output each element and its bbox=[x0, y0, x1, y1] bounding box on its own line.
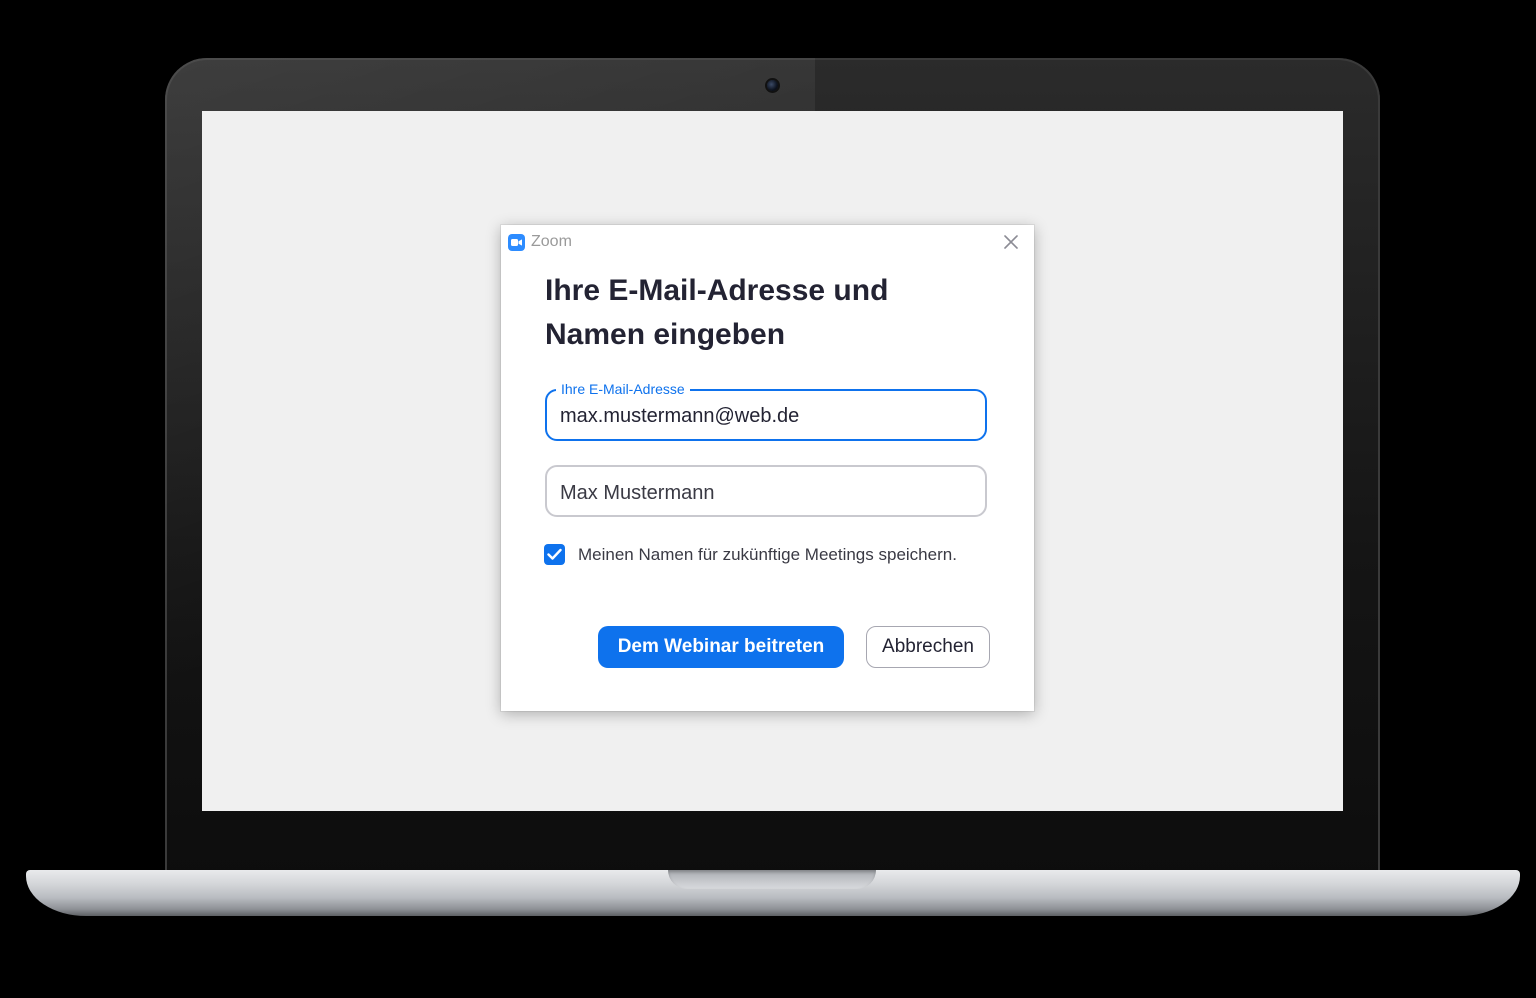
name-input[interactable] bbox=[560, 469, 970, 517]
webcam-icon bbox=[767, 80, 778, 91]
window-title: Zoom bbox=[531, 233, 572, 250]
window-titlebar: Zoom bbox=[501, 225, 1034, 259]
join-webinar-button[interactable]: Dem Webinar beitreten bbox=[598, 626, 844, 668]
laptop-screen: Zoom Ihre E-Mail-Adresse und Namen einge… bbox=[202, 111, 1343, 811]
zoom-video-camera-icon bbox=[508, 234, 525, 251]
laptop-base-notch bbox=[668, 870, 876, 889]
remember-name-label: Meinen Namen für zukünftige Meetings spe… bbox=[578, 545, 957, 564]
remember-name-checkbox[interactable] bbox=[544, 544, 565, 565]
email-field[interactable]: Ihre E-Mail-Adresse bbox=[545, 381, 987, 441]
dialog-heading: Ihre E-Mail-Adresse und Namen eingeben bbox=[545, 274, 889, 351]
laptop-mockup: Zoom Ihre E-Mail-Adresse und Namen einge… bbox=[0, 0, 1536, 998]
checkmark-icon bbox=[547, 548, 562, 560]
zoom-join-dialog: Zoom Ihre E-Mail-Adresse und Namen einge… bbox=[501, 225, 1034, 711]
remember-name-row[interactable]: Meinen Namen für zukünftige Meetings spe… bbox=[544, 543, 984, 567]
name-field[interactable] bbox=[545, 465, 987, 517]
email-input[interactable] bbox=[560, 392, 970, 440]
close-icon[interactable] bbox=[1002, 233, 1020, 251]
cancel-button[interactable]: Abbrechen bbox=[866, 626, 990, 668]
